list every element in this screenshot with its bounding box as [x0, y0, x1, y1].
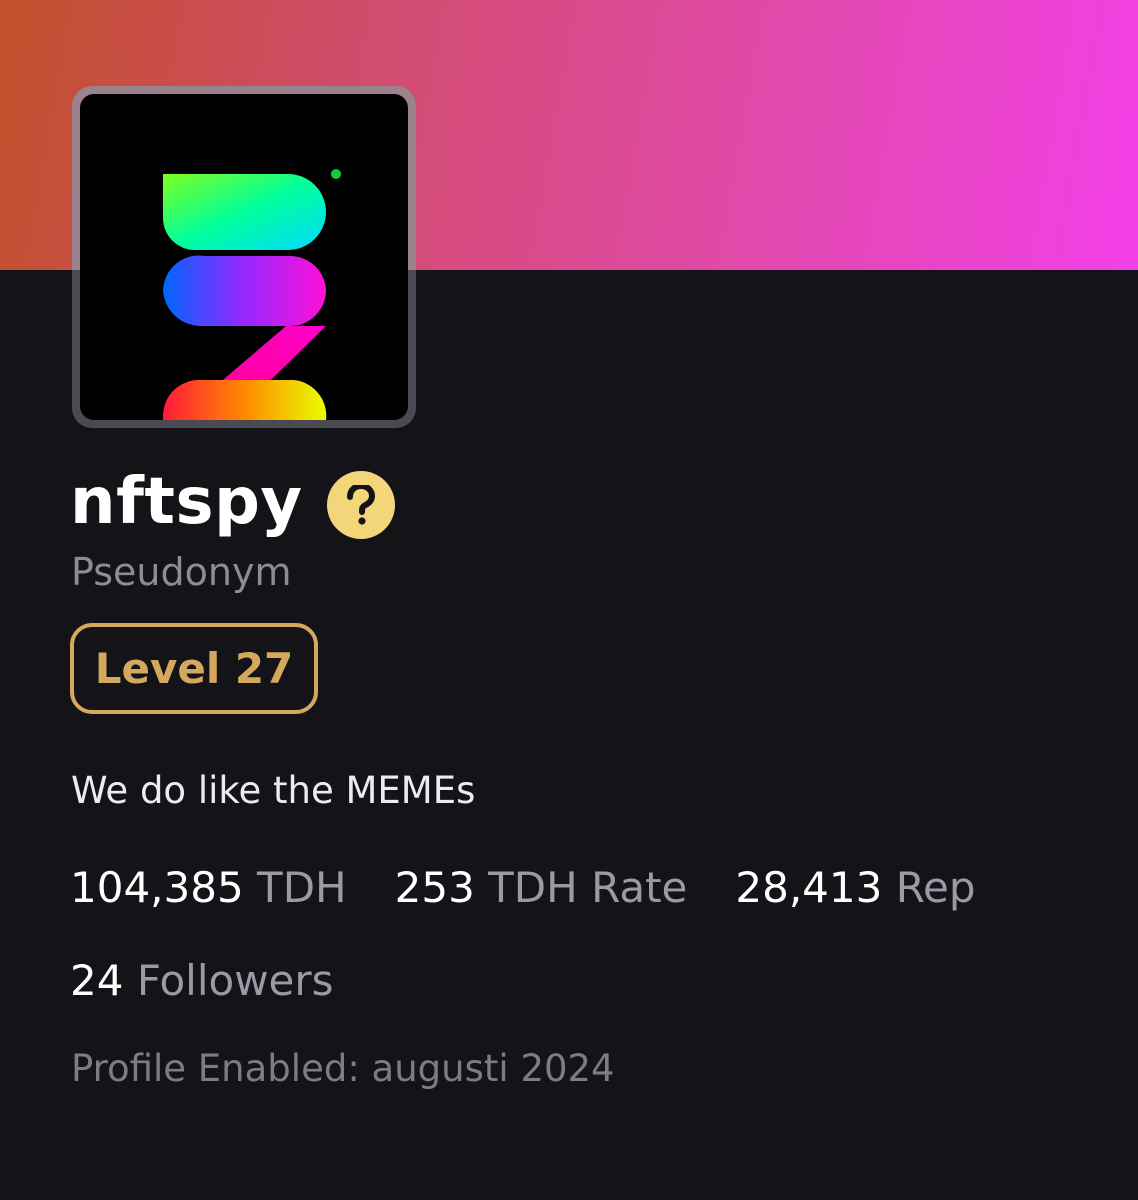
username-row: nftspy [70, 462, 395, 542]
username: nftspy [70, 465, 303, 539]
followers-count: 24 [70, 956, 124, 1005]
stat-label: TDH [257, 863, 347, 912]
stat-rep[interactable]: 28,413 Rep [735, 862, 975, 914]
stat-value: 28,413 [735, 863, 883, 912]
profile-avatar[interactable] [72, 86, 416, 428]
profile-bio: We do like the MEMEs [71, 769, 476, 812]
profile-enabled-date: Profile Enabled: augusti 2024 [71, 1047, 615, 1090]
followers-link[interactable]: 24 Followers [70, 955, 334, 1007]
profile-classification: Pseudonym [71, 550, 292, 594]
stat-value: 104,385 [70, 863, 244, 912]
question-mark-circle-icon[interactable] [326, 471, 395, 539]
stat-label: TDH Rate [488, 863, 688, 912]
stat-tdh[interactable]: 104,385 TDH [70, 862, 347, 914]
profile-stats: 104,385 TDH 253 TDH Rate 28,413 Rep [70, 862, 976, 914]
avatar-image [80, 94, 408, 420]
stat-tdh-rate[interactable]: 253 TDH Rate [395, 862, 688, 914]
stat-value: 253 [394, 863, 475, 912]
stat-label: Rep [895, 863, 976, 912]
verified-check-icon [331, 169, 341, 179]
level-badge[interactable]: Level 27 [70, 623, 318, 714]
followers-label: Followers [136, 956, 334, 1005]
